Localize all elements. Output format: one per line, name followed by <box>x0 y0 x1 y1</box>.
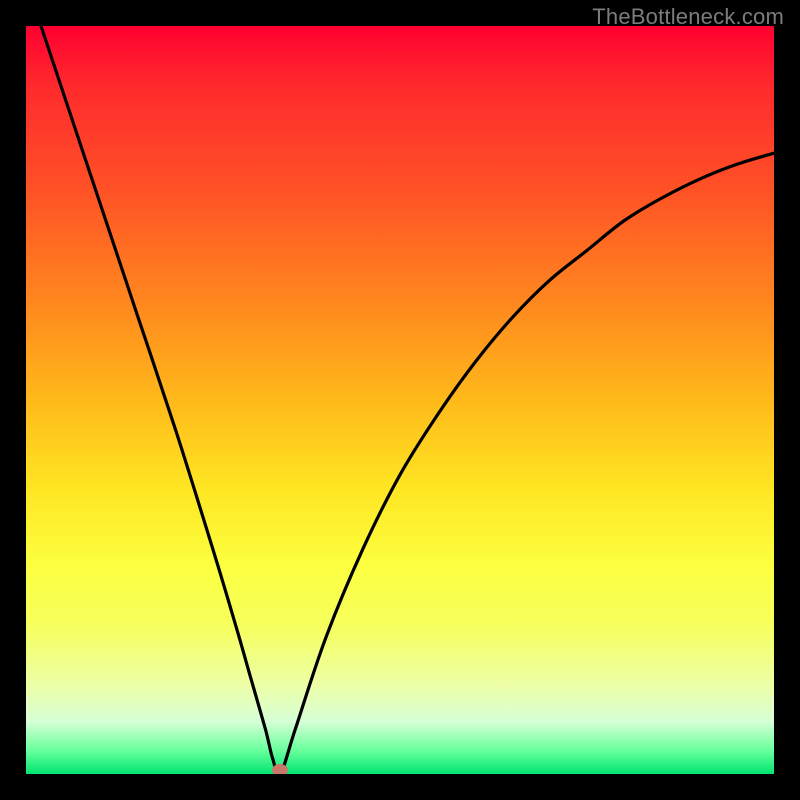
watermark-text: TheBottleneck.com <box>592 4 784 30</box>
plot-area <box>26 26 774 774</box>
optimal-marker <box>272 764 288 774</box>
curve-path <box>41 26 774 774</box>
bottleneck-curve <box>26 26 774 774</box>
chart-frame: TheBottleneck.com <box>0 0 800 800</box>
